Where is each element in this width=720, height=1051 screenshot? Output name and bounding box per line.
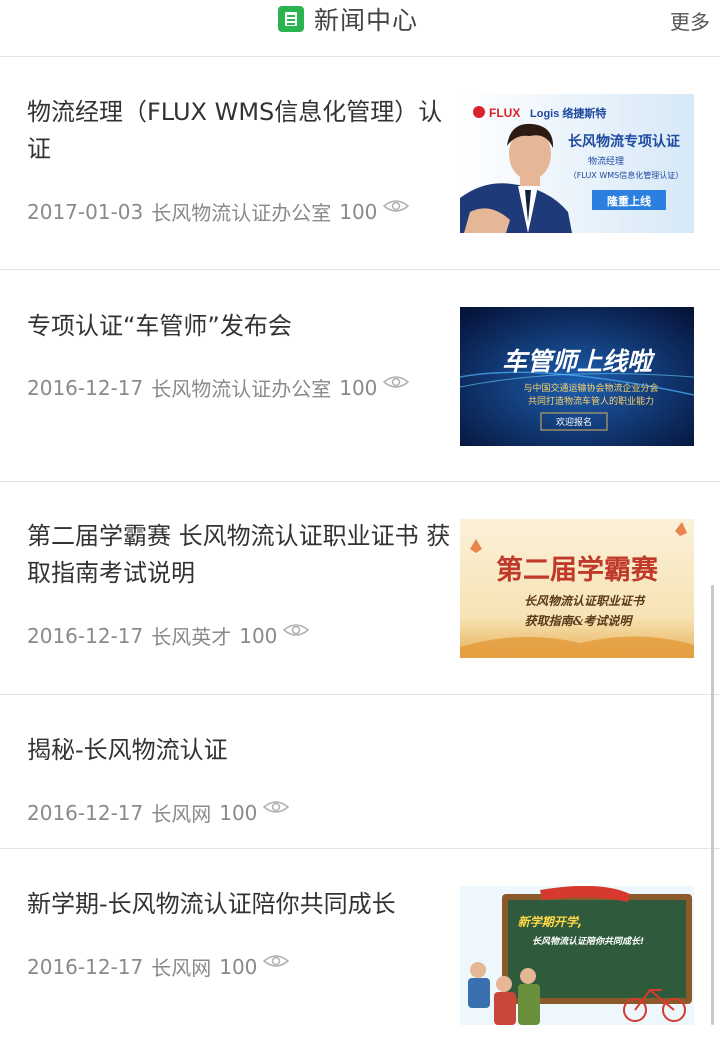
news-meta: 2016-12-17 长风物流认证办公室 100	[27, 373, 410, 402]
flux-logo-icon	[473, 106, 485, 118]
thumbnail-new-semester-image: 新学期开学, 长风物流认证陪你共同成长!	[460, 886, 694, 1025]
news-views: 100	[219, 800, 258, 825]
news-title-line: 物流经理（FLUX WMS信息化管理）认	[27, 98, 443, 126]
news-thumbnail[interactable]: FLUX Logis 络捷斯特 长风物流专项认证 物流经理 （FLUX WMS信…	[460, 94, 694, 233]
news-views: 100	[339, 199, 378, 224]
news-thumbnail[interactable]: 第二届学霸赛 长风物流认证职业证书 获取指南&考试说明	[460, 519, 694, 658]
news-meta: 2017-01-03 长风物流认证办公室 100	[27, 197, 410, 226]
news-title-line: 专项认证“车管师”发布会	[27, 312, 292, 340]
news-date: 2017-01-03	[27, 199, 144, 224]
news-meta: 2016-12-17 长风网 100	[27, 798, 290, 827]
news-views: 100	[219, 954, 258, 979]
news-source: 长风物流认证办公室	[151, 377, 332, 401]
thumb-sub1: 物流经理	[588, 155, 624, 167]
news-title-line: 揭秘-长风物流认证	[27, 736, 228, 764]
thumb-heading: 第二届学霸赛	[496, 554, 659, 586]
news-title-line: 证	[27, 135, 51, 163]
news-views: 100	[339, 375, 378, 400]
eye-icon	[263, 954, 290, 967]
thumb-sub2: （FLUX WMS信息化管理认证）	[569, 170, 683, 180]
news-item[interactable]: 揭秘-长风物流认证 2016-12-17 长风网 100	[0, 695, 720, 849]
thumb-heading: 长风物流专项认证	[568, 133, 680, 150]
news-views: 100	[239, 623, 278, 648]
news-title: 新学期-长风物流认证陪你共同成长	[27, 886, 452, 923]
eye-icon	[263, 800, 290, 813]
thumb-sub2: 共同打造物流车管人的职业能力	[528, 395, 654, 407]
thumb-sub1: 长风物流认证职业证书	[524, 594, 646, 608]
header-title-group: 新闻中心	[278, 3, 418, 35]
thumb-sub1: 长风物流认证陪你共同成长!	[532, 936, 644, 947]
news-thumbnail[interactable]: 车管师上线啦 与中国交通运输协会物流企业分会 共同打造物流车管人的职业能力 欢迎…	[460, 307, 694, 446]
news-date: 2016-12-17	[27, 800, 144, 825]
news-title-line: 新学期-长风物流认证陪你共同成长	[27, 890, 396, 918]
news-date: 2016-12-17	[27, 375, 144, 400]
thumb-brand: FLUX	[489, 106, 520, 120]
news-source: 长风英才	[151, 625, 232, 649]
thumbnail-exam-guide-image: 第二届学霸赛 长风物流认证职业证书 获取指南&考试说明	[460, 519, 694, 658]
thumb-badge: 欢迎报名	[556, 416, 592, 428]
news-thumbnail[interactable]: 新学期开学, 长风物流认证陪你共同成长!	[460, 886, 694, 1025]
news-item[interactable]: 专项认证“车管师”发布会 2016-12-17 长风物流认证办公室 100 车管…	[0, 270, 720, 482]
news-meta: 2016-12-17 长风网 100	[27, 952, 290, 981]
news-item[interactable]: 新学期-长风物流认证陪你共同成长 2016-12-17 长风网 100 新学期开…	[0, 849, 720, 1049]
thumb-sub2: 获取指南&考试说明	[525, 614, 634, 628]
news-source: 长风物流认证办公室	[151, 201, 332, 225]
news-meta: 2016-12-17 长风英才 100	[27, 621, 310, 650]
more-link[interactable]: 更多	[670, 6, 710, 35]
news-date: 2016-12-17	[27, 623, 144, 648]
news-source: 长风网	[151, 802, 212, 826]
news-title: 专项认证“车管师”发布会	[27, 308, 452, 345]
eye-icon	[283, 623, 310, 636]
news-source: 长风网	[151, 956, 212, 980]
news-title: 物流经理（FLUX WMS信息化管理）认 证	[27, 94, 452, 168]
thumb-heading: 车管师上线啦	[502, 347, 656, 376]
thumb-heading: 新学期开学,	[518, 915, 583, 929]
page-title: 新闻中心	[314, 6, 419, 35]
news-item[interactable]: 第二届学霸赛 长风物流认证职业证书 获 取指南考试说明 2016-12-17 长…	[0, 482, 720, 695]
page-header: 新闻中心 更多	[0, 0, 720, 57]
news-item[interactable]: 物流经理（FLUX WMS信息化管理）认 证 2017-01-03 长风物流认证…	[0, 57, 720, 270]
news-title: 第二届学霸赛 长风物流认证职业证书 获 取指南考试说明	[27, 518, 457, 592]
news-title-line: 取指南考试说明	[27, 559, 195, 587]
news-date: 2016-12-17	[27, 954, 144, 979]
thumbnail-driver-manager-image: 车管师上线啦 与中国交通运输协会物流企业分会 共同打造物流车管人的职业能力 欢迎…	[460, 307, 694, 446]
eye-icon	[383, 375, 410, 388]
scrollbar[interactable]	[711, 585, 714, 1025]
news-icon	[278, 6, 304, 32]
news-title-line: 第二届学霸赛 长风物流认证职业证书 获	[27, 522, 451, 550]
thumb-brand2: Logis 络捷斯特	[530, 106, 606, 120]
thumbnail-flux-image: FLUX Logis 络捷斯特 长风物流专项认证 物流经理 （FLUX WMS信…	[460, 94, 694, 233]
thumb-badge: 隆重上线	[607, 194, 651, 208]
thumb-sub1: 与中国交通运输协会物流企业分会	[523, 382, 658, 394]
eye-icon	[383, 199, 410, 212]
news-list: 物流经理（FLUX WMS信息化管理）认 证 2017-01-03 长风物流认证…	[0, 57, 720, 1049]
news-title: 揭秘-长风物流认证	[27, 732, 452, 769]
